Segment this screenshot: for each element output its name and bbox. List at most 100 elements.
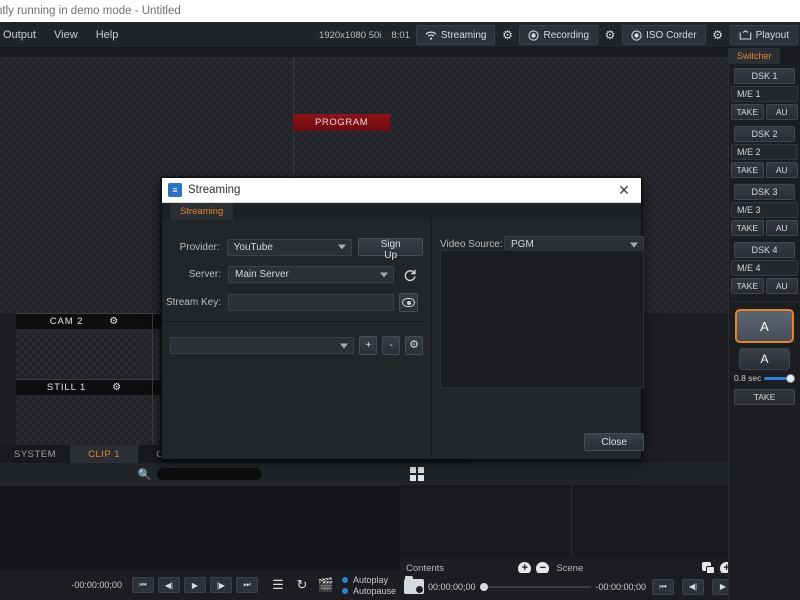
loop-icon[interactable]: ↻ — [293, 576, 311, 594]
clip-remaining-timecode: -00:00:00;00 — [71, 580, 122, 590]
wifi-icon — [425, 31, 437, 40]
transition-a-preview[interactable]: A — [739, 348, 790, 370]
slider-knob[interactable] — [786, 374, 795, 383]
gear-icon[interactable]: ⚙ — [109, 316, 118, 327]
status-dot-icon — [341, 576, 348, 583]
monitor-tile-header: STILL 1 ⚙ — [16, 380, 152, 395]
transition-duration-row: 0.8 sec — [731, 370, 798, 383]
auto-1-button[interactable]: AU — [765, 104, 798, 120]
transition-duration-label: 0.8 sec — [734, 373, 762, 383]
transition-duration-slider[interactable] — [764, 373, 795, 383]
iso-corder-settings-gear-button[interactable]: ⚙ — [708, 25, 728, 45]
tab-system[interactable]: SYSTEM — [0, 445, 70, 463]
main-take-button[interactable]: TAKE — [734, 389, 795, 405]
recording-button[interactable]: Recording — [519, 25, 599, 45]
top-toolbar: 1920x1080 50i 8:01 Streaming ⚙ Recording — [315, 22, 798, 48]
auto-3-button[interactable]: AU — [765, 220, 798, 236]
step-back-button[interactable]: ◀| — [682, 578, 704, 595]
skip-start-button[interactable]: ⏮ — [131, 577, 154, 593]
scene-list-panel[interactable] — [572, 485, 744, 557]
auto-4-button[interactable]: AU — [765, 278, 798, 294]
recording-settings-gear-button[interactable]: ⚙ — [600, 25, 620, 45]
dialog-right-column: Video Source: PGM Audio Source: PGM — [432, 220, 654, 459]
streaming-button[interactable]: Streaming — [415, 25, 496, 45]
contents-label: Contents — [406, 562, 445, 574]
take-4-button[interactable]: TAKE — [731, 278, 764, 294]
menu-item-help[interactable]: Help — [87, 26, 128, 44]
dialog-divider — [162, 321, 423, 322]
dialog-body: Provider: YouTube Sign Up Server: Main S… — [162, 220, 644, 459]
profile-select[interactable] — [170, 337, 355, 354]
auto-2-button[interactable]: AU — [765, 162, 798, 178]
dsk-3-button[interactable]: DSK 3 — [734, 184, 795, 200]
search-input[interactable] — [157, 468, 263, 480]
skip-start-button[interactable]: ⏮ — [652, 578, 674, 595]
refresh-servers-button[interactable] — [400, 265, 420, 284]
dsk-1-button[interactable]: DSK 1 — [734, 68, 795, 84]
streaming-dialog: ≡ Streaming ✕ Streaming Provider: YouTub… — [161, 177, 644, 459]
streaming-settings-gear-button[interactable]: ⚙ — [497, 25, 517, 45]
provider-select-value: YouTube — [233, 241, 273, 253]
add-profile-button[interactable]: + — [359, 336, 378, 355]
profile-settings-gear-button[interactable]: ⚙ — [405, 336, 424, 355]
autoplay-toggle[interactable]: Autoplay — [341, 575, 396, 585]
server-select-value: Main Server — [235, 269, 289, 280]
skip-end-button[interactable]: ⏭ — [235, 577, 258, 593]
play-button[interactable]: ▶ — [183, 577, 206, 593]
switcher-sidebar: Switcher DSK 1 M/E 1 TAKE AU DSK 2 M/E 2… — [728, 48, 800, 600]
me-1-row[interactable]: M/E 1 — [731, 86, 798, 102]
status-dot-icon — [341, 587, 348, 594]
close-icon[interactable]: ✕ — [611, 179, 637, 201]
scene-current-timecode: 00:00:00;00 — [428, 581, 476, 592]
iso-corder-button[interactable]: ISO Corder — [622, 25, 706, 45]
menu-bar: Output View Help 1920x1080 50i 8:01 Stre… — [0, 22, 800, 48]
menu-item-view[interactable]: View — [45, 26, 87, 44]
sign-up-button[interactable]: Sign Up — [358, 238, 424, 261]
slider-knob[interactable] — [479, 582, 488, 591]
tab-streaming[interactable]: Streaming — [170, 203, 234, 220]
clip-search-bar: 🔍 — [0, 463, 400, 485]
me-3-row[interactable]: M/E 3 — [731, 202, 798, 218]
toggle-stream-key-visibility-button[interactable] — [399, 293, 418, 312]
folder-icon[interactable] — [404, 576, 424, 594]
gear-icon: ⚙ — [409, 339, 420, 351]
step-back-button[interactable]: ◀| — [157, 577, 180, 593]
clapper-icon[interactable]: 🎬 — [317, 576, 335, 594]
video-source-select-value: PGM — [511, 239, 534, 250]
playlist-icon[interactable]: ☰ — [269, 576, 287, 594]
slider-track — [479, 585, 592, 588]
menu-item-output[interactable]: Output — [0, 26, 45, 44]
stream-key-input[interactable] — [228, 294, 394, 311]
grid-view-icon[interactable] — [410, 467, 424, 481]
tab-clip-1[interactable]: CLIP 1 — [70, 445, 139, 463]
take-1-button[interactable]: TAKE — [731, 104, 764, 120]
step-forward-button[interactable]: |▶ — [209, 577, 232, 593]
stream-key-label: Stream Key: — [165, 297, 221, 308]
take-2-button[interactable]: TAKE — [731, 162, 764, 178]
playout-button[interactable]: Playout — [729, 25, 798, 45]
gear-icon[interactable]: ⚙ — [112, 382, 121, 393]
remove-profile-button[interactable]: - — [382, 336, 401, 355]
me-2-row[interactable]: M/E 2 — [731, 144, 798, 160]
monitor-tile-still1[interactable]: STILL 1 ⚙ — [16, 379, 153, 445]
tab-switcher[interactable]: Switcher — [729, 48, 780, 64]
provider-select[interactable]: YouTube — [226, 238, 353, 256]
switcher-bank-1: DSK 1 M/E 1 TAKE AU — [731, 68, 798, 120]
dialog-close-button[interactable]: Close — [584, 433, 644, 451]
me-4-row[interactable]: M/E 4 — [731, 260, 798, 276]
program-badge: PROGRAM — [293, 114, 391, 131]
clip-list-panel[interactable] — [0, 485, 400, 570]
scene-position-slider[interactable] — [479, 581, 592, 593]
dsk-4-button[interactable]: DSK 4 — [734, 242, 795, 258]
autopause-toggle[interactable]: Autopause — [341, 586, 396, 596]
dsk-2-button[interactable]: DSK 2 — [734, 126, 795, 142]
switcher-bank-2: DSK 2 M/E 2 TAKE AU — [731, 126, 798, 178]
monitor-tile-cam2[interactable]: CAM 2 ⚙ — [16, 313, 153, 379]
contents-list-panel[interactable] — [400, 485, 572, 557]
title-bar: ntly running in demo mode - Untitled — [0, 0, 800, 22]
transition-a-button[interactable]: A — [735, 309, 794, 343]
server-select[interactable]: Main Server — [228, 266, 394, 283]
switcher-tab-bar: Switcher — [729, 48, 800, 64]
stream-targets-list[interactable] — [440, 250, 644, 388]
take-3-button[interactable]: TAKE — [731, 220, 764, 236]
